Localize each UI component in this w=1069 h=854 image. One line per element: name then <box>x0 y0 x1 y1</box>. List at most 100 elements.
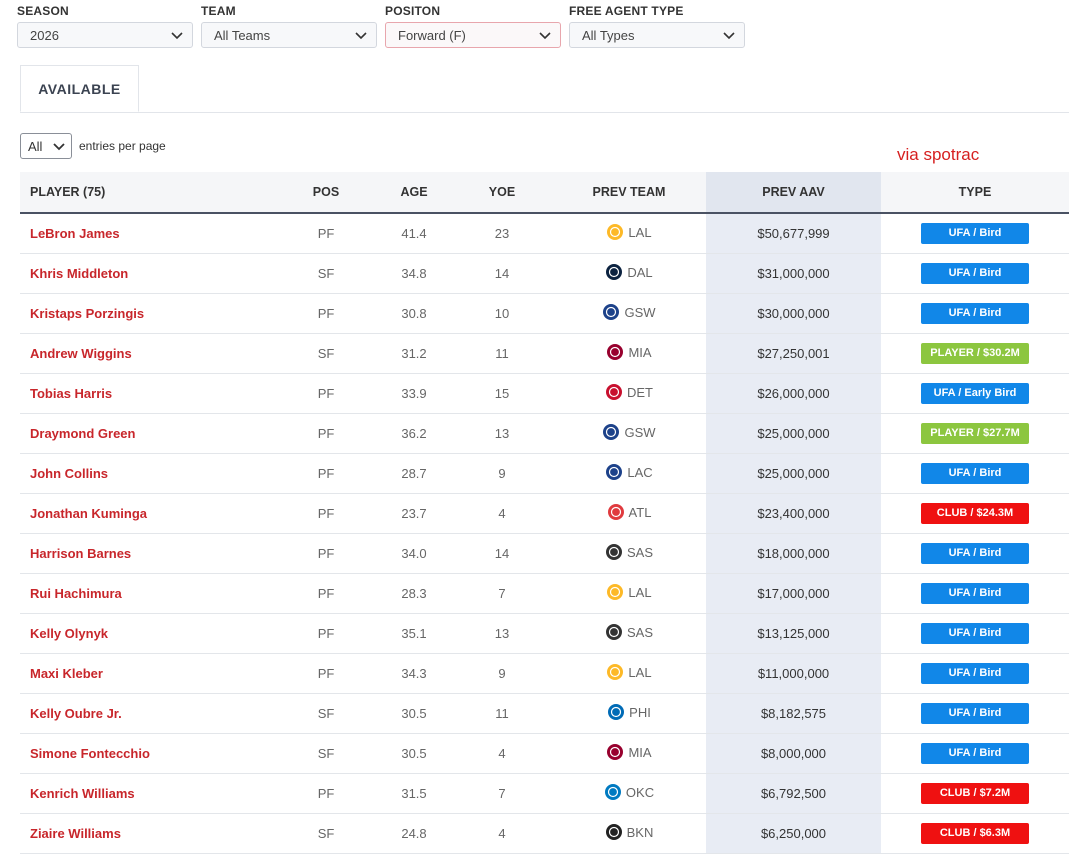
team-link[interactable]: ATL <box>607 503 652 521</box>
player-name[interactable]: Kelly Olynyk <box>20 613 276 654</box>
player-name[interactable]: Kelly Oubre Jr. <box>20 693 276 734</box>
type-badge[interactable]: PLAYER / $30.2M <box>921 343 1029 364</box>
age-cell: 34.8 <box>376 253 452 294</box>
yoe-cell: 14 <box>452 253 552 294</box>
age-cell: 23.7 <box>376 493 452 534</box>
tab-available[interactable]: AVAILABLE <box>20 65 139 112</box>
position-cell: PF <box>276 773 376 814</box>
prev-team-cell: OKC <box>552 773 706 814</box>
type-badge[interactable]: PLAYER / $27.7M <box>921 423 1029 444</box>
yoe-cell: 13 <box>452 413 552 454</box>
age-cell: 33.9 <box>376 373 452 414</box>
type-badge[interactable]: UFA / Bird <box>921 543 1029 564</box>
team-link[interactable]: MIA <box>606 743 652 761</box>
player-name[interactable]: Draymond Green <box>20 413 276 454</box>
chevron-down-icon <box>171 32 183 40</box>
table-row: Kelly Olynyk PF 35.1 13 SAS $13,125,000 UFA / … <box>20 613 1069 654</box>
team-link[interactable]: LAC <box>605 463 653 481</box>
team-logo-icon <box>607 344 624 360</box>
entries-label: entries per page <box>79 139 166 153</box>
team-abbr: ATL <box>628 504 652 520</box>
prev-team-cell: MIA <box>552 733 706 774</box>
player-name[interactable]: Rui Hachimura <box>20 573 276 614</box>
team-link[interactable]: GSW <box>602 423 656 441</box>
type-cell: UFA / Bird <box>881 573 1069 614</box>
team-link[interactable]: SAS <box>605 623 653 641</box>
position-select[interactable]: Forward (F) <box>385 22 561 48</box>
team-link[interactable]: GSW <box>602 303 656 321</box>
type-cell: UFA / Bird <box>881 693 1069 734</box>
type-badge[interactable]: UFA / Bird <box>921 223 1029 244</box>
team-abbr: LAL <box>628 664 652 680</box>
prev-aav-cell: $6,792,500 <box>706 773 881 814</box>
team-value: All Teams <box>214 27 271 43</box>
team-link[interactable]: SAS <box>605 543 653 561</box>
prev-team-cell: LAL <box>552 573 706 614</box>
player-name[interactable]: LeBron James <box>20 213 276 254</box>
player-name[interactable]: Maxi Kleber <box>20 653 276 694</box>
team-link[interactable]: BKN <box>605 823 653 841</box>
player-name[interactable]: Andrew Wiggins <box>20 333 276 374</box>
type-badge[interactable]: UFA / Bird <box>921 743 1029 764</box>
prev-team-cell: SAS <box>552 613 706 654</box>
team-link[interactable]: OKC <box>604 783 654 801</box>
team-logo-icon <box>606 384 622 400</box>
team-abbr: GSW <box>624 424 656 440</box>
type-badge[interactable]: UFA / Bird <box>921 663 1029 684</box>
player-name[interactable]: Kenrich Williams <box>20 773 276 814</box>
header-yoe[interactable]: YOE <box>452 172 552 214</box>
team-link[interactable]: MIA <box>606 343 652 361</box>
type-badge[interactable]: UFA / Bird <box>921 463 1029 484</box>
header-prev-team[interactable]: PREV TEAM <box>552 172 706 214</box>
type-badge[interactable]: UFA / Bird <box>921 263 1029 284</box>
prev-aav-cell: $17,000,000 <box>706 573 881 614</box>
type-badge[interactable]: UFA / Bird <box>921 623 1029 644</box>
team-link[interactable]: DET <box>605 383 653 401</box>
team-link[interactable]: DAL <box>605 263 653 281</box>
position-value: Forward (F) <box>398 27 466 43</box>
header-prev-aav[interactable]: PREV AAV <box>706 172 881 214</box>
team-link[interactable]: LAL <box>606 663 652 681</box>
team-label: TEAM <box>201 4 236 18</box>
type-badge[interactable]: UFA / Bird <box>921 303 1029 324</box>
player-name[interactable]: Simone Fontecchio <box>20 733 276 774</box>
header-pos[interactable]: POS <box>276 172 376 214</box>
yoe-cell: 9 <box>452 653 552 694</box>
prev-team-cell: BKN <box>552 813 706 854</box>
type-cell: UFA / Bird <box>881 293 1069 334</box>
position-cell: SF <box>276 733 376 774</box>
header-type[interactable]: TYPE <box>881 172 1069 214</box>
prev-aav-cell: $11,000,000 <box>706 653 881 694</box>
player-name[interactable]: Khris Middleton <box>20 253 276 294</box>
type-badge[interactable]: UFA / Bird <box>921 703 1029 724</box>
entries-per-page-select[interactable]: All <box>20 133 72 159</box>
player-name[interactable]: John Collins <box>20 453 276 494</box>
player-name[interactable]: Ziaire Williams <box>20 813 276 854</box>
prev-aav-cell: $8,182,575 <box>706 693 881 734</box>
age-cell: 31.2 <box>376 333 452 374</box>
player-name[interactable]: Kristaps Porzingis <box>20 293 276 334</box>
type-badge[interactable]: UFA / Early Bird <box>921 383 1029 404</box>
header-age[interactable]: AGE <box>376 172 452 214</box>
header-player[interactable]: PLAYER (75) <box>20 172 276 214</box>
type-badge[interactable]: CLUB / $24.3M <box>921 503 1029 524</box>
team-link[interactable]: LAL <box>606 583 652 601</box>
type-badge[interactable]: CLUB / $6.3M <box>921 823 1029 844</box>
team-link[interactable]: LAL <box>606 223 652 241</box>
type-cell: CLUB / $24.3M <box>881 493 1069 534</box>
prev-team-cell: GSW <box>552 413 706 454</box>
prev-team-cell: LAL <box>552 213 706 254</box>
filters-bar: SEASON 2026 TEAM All Teams POSITON Forwa… <box>17 0 753 48</box>
type-badge[interactable]: UFA / Bird <box>921 583 1029 604</box>
team-select[interactable]: All Teams <box>201 22 377 48</box>
team-link[interactable]: PHI <box>607 703 651 721</box>
fa-type-select[interactable]: All Types <box>569 22 745 48</box>
position-cell: PF <box>276 413 376 454</box>
yoe-cell: 11 <box>452 693 552 734</box>
player-name[interactable]: Tobias Harris <box>20 373 276 414</box>
season-select[interactable]: 2026 <box>17 22 193 48</box>
type-cell: UFA / Bird <box>881 733 1069 774</box>
player-name[interactable]: Jonathan Kuminga <box>20 493 276 534</box>
type-badge[interactable]: CLUB / $7.2M <box>921 783 1029 804</box>
player-name[interactable]: Harrison Barnes <box>20 533 276 574</box>
